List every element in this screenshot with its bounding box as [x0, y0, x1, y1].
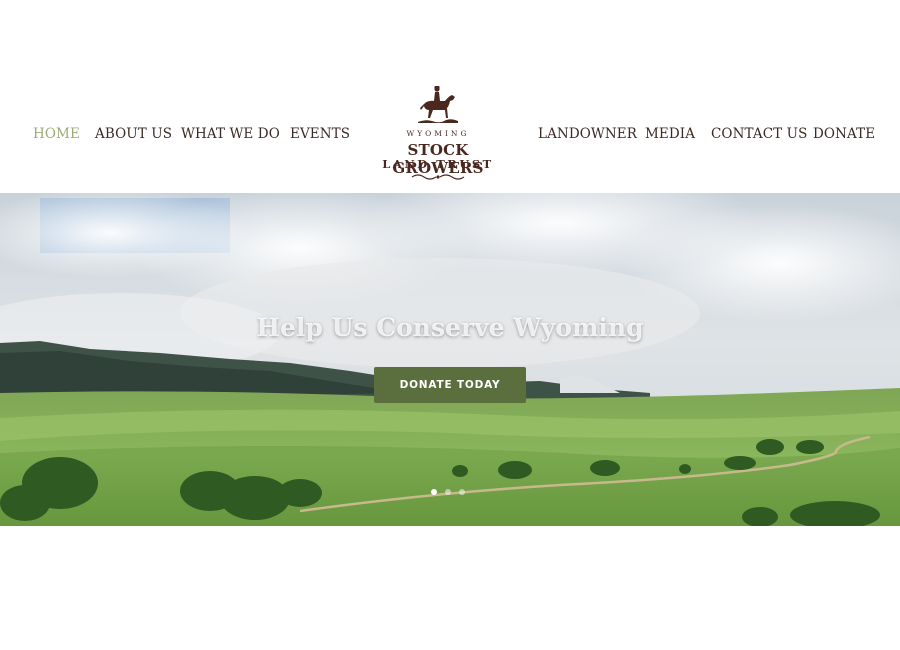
- nav-about-us[interactable]: ABOUT US: [95, 126, 172, 142]
- site-header: HOME ABOUT US WHAT WE DO EVENTS WYOMING …: [0, 0, 900, 193]
- donate-today-button[interactable]: DONATE TODAY: [374, 367, 526, 403]
- nav-media[interactable]: MEDIA: [645, 126, 695, 142]
- nav-donate[interactable]: DONATE: [813, 126, 875, 142]
- hero-title: Help Us Conserve Wyoming: [256, 313, 644, 342]
- slider-dot-1[interactable]: [431, 489, 437, 495]
- logo-state: WYOMING: [406, 129, 470, 138]
- slider-dot-3[interactable]: [459, 489, 465, 495]
- ornament-icon: [411, 174, 465, 180]
- horse-rider-icon: [418, 86, 458, 123]
- nav-events[interactable]: EVENTS: [290, 126, 350, 142]
- hero-slider: Help Us Conserve Wyoming DONATE TODAY: [0, 193, 900, 526]
- logo-subtitle: LAND TRUST: [382, 157, 494, 171]
- nav-landowner[interactable]: LANDOWNER: [538, 126, 637, 142]
- hero-landscape-image: [0, 193, 900, 526]
- slider-dot-2[interactable]: [445, 489, 451, 495]
- nav-what-we-do[interactable]: WHAT WE DO: [181, 126, 280, 142]
- nav-contact-us[interactable]: CONTACT US: [711, 126, 807, 142]
- nav-home[interactable]: HOME: [33, 126, 80, 142]
- site-logo[interactable]: WYOMING STOCK GROWERS LAND TRUST: [360, 84, 516, 184]
